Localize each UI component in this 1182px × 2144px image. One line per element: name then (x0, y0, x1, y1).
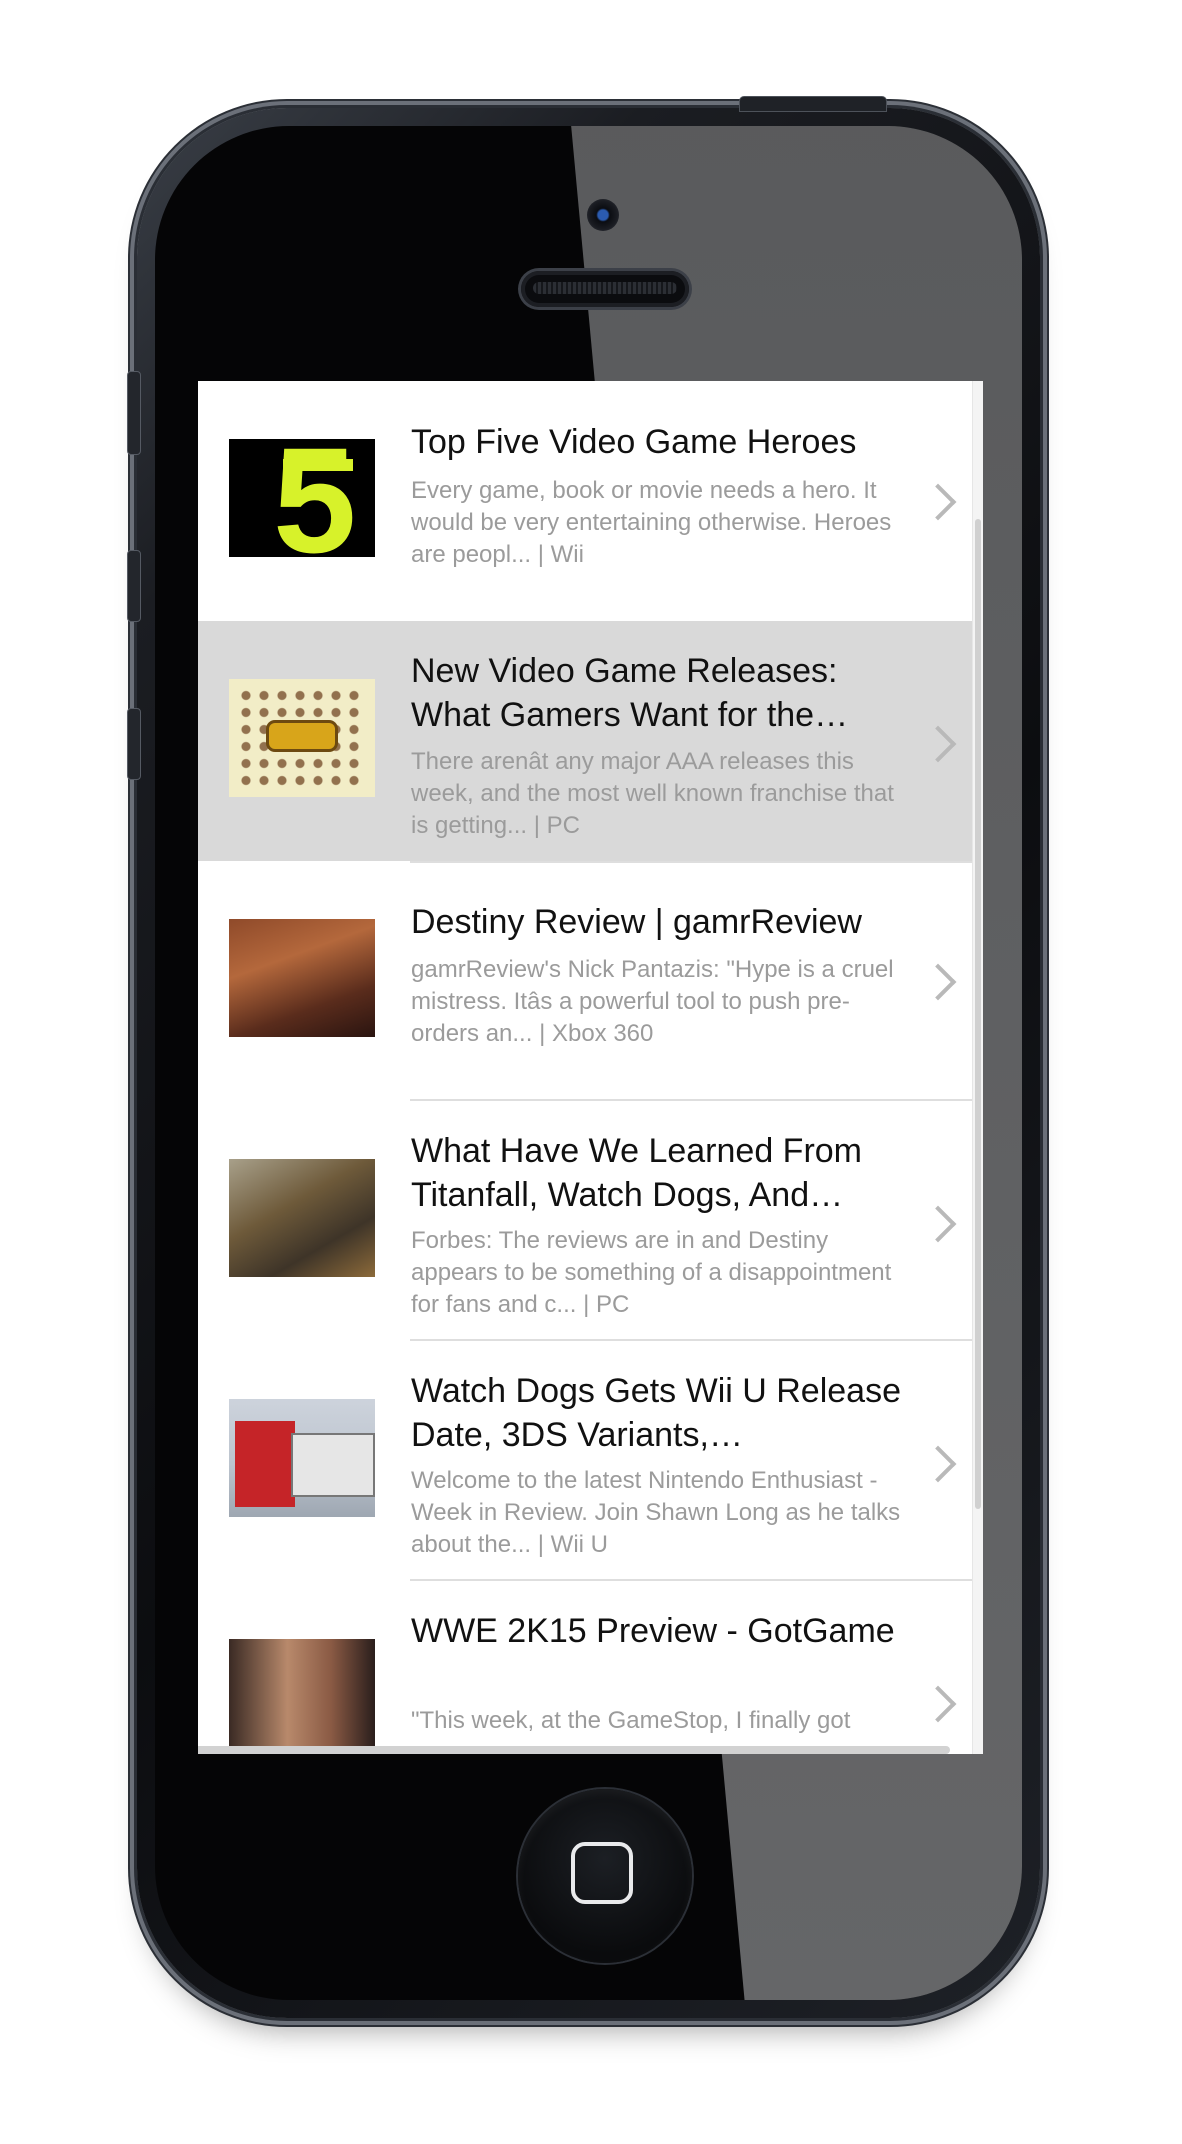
item-description: There arenât any major AAA releases this… (411, 748, 894, 839)
item-description: "This week, at the GameStop, I finally g… (411, 1707, 851, 1734)
item-title: New Video Game Releases: What Gamers Wan… (411, 652, 849, 734)
destiny-artwork-thumbnail (229, 1159, 375, 1277)
nintendo-3ds-thumbnail (229, 1399, 375, 1517)
list-item[interactable]: WWE 2K15 Preview - GotGame "This week, a… (198, 1581, 973, 1754)
chevron-right-icon (919, 1205, 957, 1243)
item-title: Top Five Video Game Heroes (411, 423, 857, 461)
list-item[interactable]: Watch Dogs Gets Wii U Release Date, 3DS … (198, 1341, 973, 1581)
sleep-button (739, 96, 887, 112)
item-title: What Have We Learned From Titanfall, Wat… (411, 1132, 862, 1214)
volume-down-button (127, 708, 141, 780)
chevron-right-icon (919, 483, 957, 521)
horizontal-scrollbar[interactable] (198, 1746, 950, 1754)
wwe-2k15-thumbnail (229, 1639, 375, 1754)
front-camera-icon (587, 199, 619, 231)
scrollbar-thumb[interactable] (975, 519, 981, 1509)
item-description: Forbes: The reviews are in and Destiny a… (411, 1227, 892, 1318)
chevron-right-icon (919, 963, 957, 1001)
mute-switch (127, 371, 141, 455)
list-item[interactable]: 5 Top Five Video Game Heroes Every game,… (198, 381, 973, 621)
list-item[interactable]: What Have We Learned From Titanfall, Wat… (198, 1101, 973, 1341)
volume-up-button (127, 550, 141, 622)
list-item[interactable]: Destiny Review | gamrReview gamrReview's… (198, 861, 973, 1101)
item-title: Destiny Review | gamrReview (411, 903, 862, 941)
earpiece-speaker (521, 271, 689, 307)
chevron-right-icon (919, 725, 957, 763)
game-releases-thumbnail (229, 679, 375, 797)
chevron-right-icon (919, 1685, 957, 1723)
item-title: Watch Dogs Gets Wii U Release Date, 3DS … (411, 1372, 901, 1454)
destiny-review-thumbnail (229, 919, 375, 1037)
row-separator (410, 861, 973, 863)
news-feed-screen: 5 Top Five Video Game Heroes Every game,… (198, 381, 983, 1754)
item-description: Every game, book or movie needs a hero. … (411, 477, 892, 568)
vertical-scrollbar[interactable] (972, 381, 983, 1754)
list-item[interactable]: New Video Game Releases: What Gamers Wan… (198, 621, 973, 861)
home-button[interactable] (518, 1789, 692, 1963)
chevron-right-icon (919, 1445, 957, 1483)
item-description: gamrReview's Nick Pantazis: "Hype is a c… (411, 956, 894, 1047)
item-description: Welcome to the latest Nintendo Enthusias… (411, 1467, 901, 1558)
top-five-heroes-thumbnail: 5 (229, 439, 375, 557)
home-square-icon (571, 1842, 633, 1904)
item-title: WWE 2K15 Preview - GotGame (411, 1612, 895, 1650)
